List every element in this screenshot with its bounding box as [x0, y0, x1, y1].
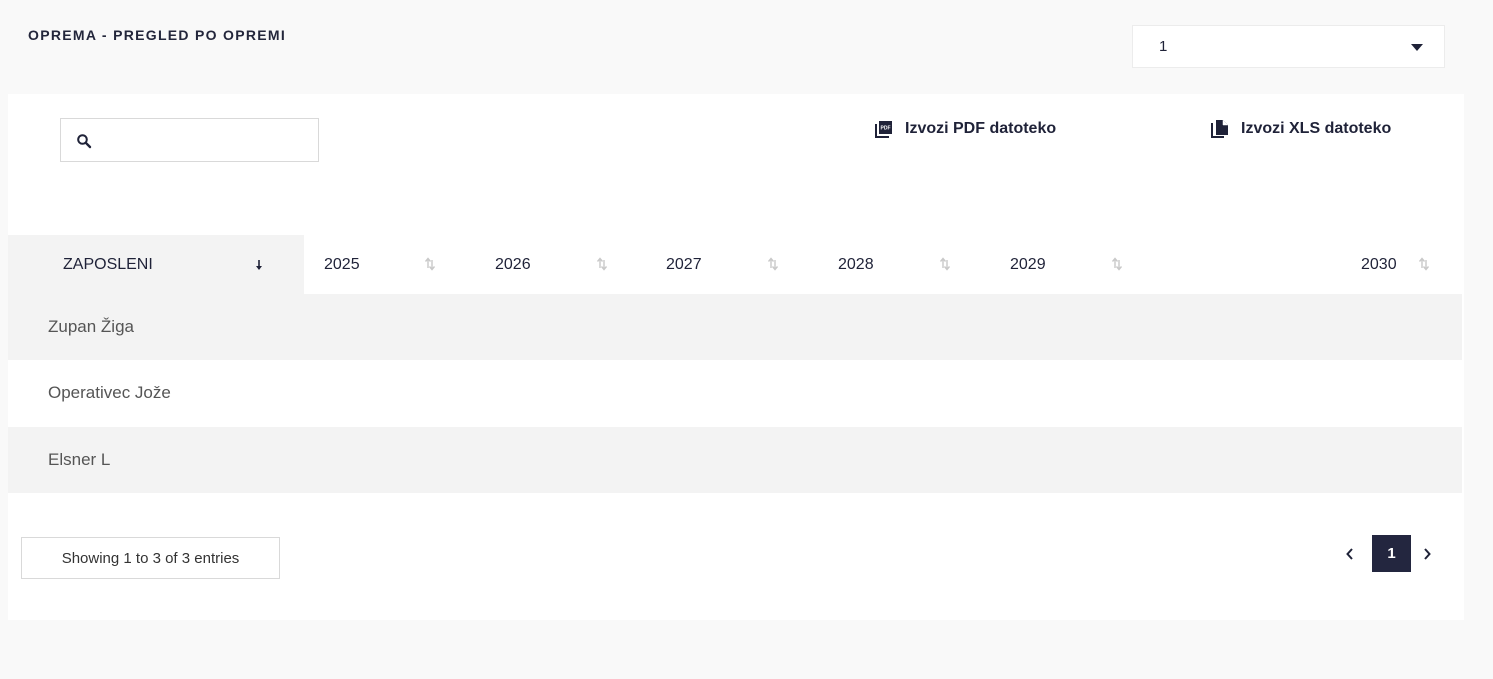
export-pdf-label: Izvozi PDF datoteko [905, 120, 1057, 137]
column-header-label: 2027 [666, 255, 702, 273]
select-dropdown[interactable]: 1 [1132, 25, 1445, 68]
column-header-label: 2030 [1361, 255, 1397, 273]
employee-name: Elsner L [48, 450, 111, 469]
sort-icon[interactable] [596, 256, 608, 272]
table-header: ZAPOSLENI 2025 2026 2027 2028 2029 2030 [8, 235, 1462, 294]
copy-file-icon [1211, 120, 1228, 138]
sort-icon[interactable] [1418, 256, 1430, 272]
pagination-prev-button[interactable] [1338, 535, 1362, 572]
export-xls-label: Izvozi XLS datoteko [1241, 120, 1392, 137]
table-row: Elsner L [8, 427, 1462, 493]
svg-text:PDF: PDF [881, 126, 891, 132]
sort-icon[interactable] [939, 256, 951, 272]
column-header-2030[interactable]: 2030 [1361, 235, 1411, 294]
export-xls-button[interactable]: Izvozi XLS datoteko [1211, 118, 1391, 140]
pagination-page-button[interactable]: 1 [1372, 535, 1411, 572]
content-card: PDF Izvozi PDF datoteko Izvozi XLS datot… [8, 94, 1464, 620]
select-value: 1 [1159, 38, 1168, 55]
employee-name: Zupan Žiga [48, 317, 134, 336]
column-header-label: 2026 [495, 255, 531, 273]
search-box[interactable] [60, 118, 319, 162]
pdf-file-icon: PDF [875, 121, 892, 138]
column-header-label: 2029 [1010, 255, 1046, 273]
search-icon [77, 134, 92, 149]
pagination-next-button[interactable] [1415, 535, 1439, 572]
page-title: OPREMA - PREGLED PO OPREMI [28, 27, 287, 43]
employee-name: Operativec Jože [48, 383, 171, 402]
sort-icon[interactable] [424, 256, 436, 272]
page-number: 1 [1387, 545, 1396, 562]
search-input[interactable] [101, 125, 311, 155]
chevron-left-icon [1346, 547, 1353, 560]
export-pdf-button[interactable]: PDF Izvozi PDF datoteko [875, 118, 1056, 140]
entries-info: Showing 1 to 3 of 3 entries [21, 537, 280, 579]
chevron-right-icon [1424, 547, 1431, 560]
table-row: Zupan Žiga [8, 294, 1462, 360]
caret-down-icon[interactable] [1411, 44, 1423, 51]
table-row: Operativec Jože [8, 360, 1462, 426]
column-header-employee[interactable]: ZAPOSLENI [8, 235, 304, 294]
sort-desc-icon [256, 260, 262, 270]
entries-info-text: Showing 1 to 3 of 3 entries [61, 549, 240, 567]
sort-icon[interactable] [1111, 256, 1123, 272]
column-header-label: 2025 [324, 255, 360, 273]
sort-icon[interactable] [767, 256, 779, 272]
column-header-label: 2028 [838, 255, 874, 273]
column-header-label: ZAPOSLENI [63, 255, 153, 273]
